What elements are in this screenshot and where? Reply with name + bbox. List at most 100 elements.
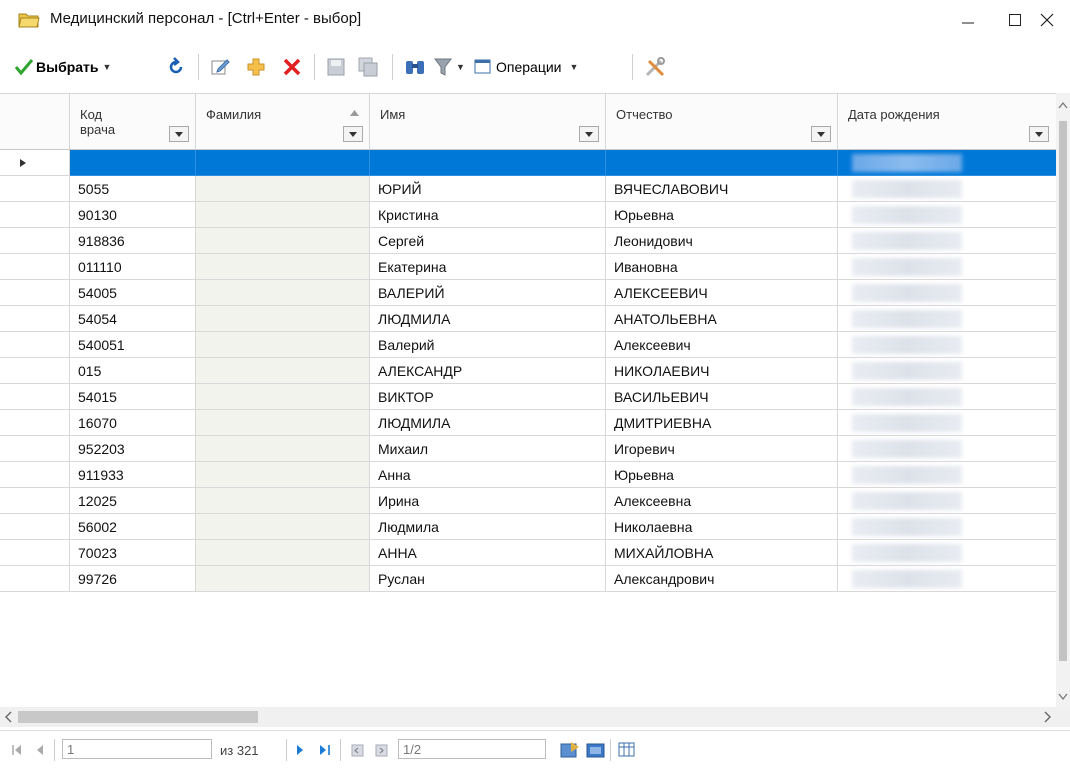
cell-patronymic[interactable]: МИХАЙЛОВНА xyxy=(606,540,838,566)
row-indicator[interactable] xyxy=(0,306,70,332)
cell-surname[interactable] xyxy=(196,176,370,202)
close-button[interactable] xyxy=(1024,4,1070,36)
row-indicator[interactable] xyxy=(0,540,70,566)
cell-patronymic[interactable]: Юрьевна xyxy=(606,462,838,488)
column-header-surname[interactable]: Фамилия xyxy=(196,94,370,150)
cell-code[interactable]: 99726 xyxy=(70,566,196,592)
table-row[interactable]: 90130 Кристина Юрьевна xyxy=(0,202,1056,228)
cell-name[interactable]: Михаил xyxy=(370,436,606,462)
cell-patronymic[interactable] xyxy=(606,150,838,176)
table-row[interactable]: 5055 ЮРИЙ ВЯЧЕСЛАВОВИЧ xyxy=(0,176,1056,202)
cell-birthdate[interactable] xyxy=(838,306,1056,332)
last-record-button[interactable] xyxy=(318,739,332,761)
cell-birthdate[interactable] xyxy=(838,436,1056,462)
refresh-button[interactable] xyxy=(166,55,186,79)
edit-button[interactable] xyxy=(210,55,230,79)
cell-name[interactable]: ЮРИЙ xyxy=(370,176,606,202)
cell-birthdate[interactable] xyxy=(838,488,1056,514)
cell-patronymic[interactable]: НИКОЛАЕВИЧ xyxy=(606,358,838,384)
cell-name[interactable]: Руслан xyxy=(370,566,606,592)
row-indicator[interactable] xyxy=(0,280,70,306)
cell-code[interactable]: 011110 xyxy=(70,254,196,280)
table-row[interactable]: 011110 Екатерина Ивановна xyxy=(0,254,1056,280)
table-row[interactable]: 911933 Анна Юрьевна xyxy=(0,462,1056,488)
cell-surname[interactable] xyxy=(196,566,370,592)
cell-surname[interactable] xyxy=(196,384,370,410)
cell-code[interactable]: 12025 xyxy=(70,488,196,514)
cell-surname[interactable] xyxy=(196,514,370,540)
cell-patronymic[interactable]: Леонидович xyxy=(606,228,838,254)
cell-patronymic[interactable]: Игоревич xyxy=(606,436,838,462)
cell-birthdate[interactable] xyxy=(838,280,1056,306)
cell-patronymic[interactable]: Ивановна xyxy=(606,254,838,280)
cell-birthdate[interactable] xyxy=(838,150,1056,176)
table-row[interactable]: 918836 Сергей Леонидович xyxy=(0,228,1056,254)
cell-birthdate[interactable] xyxy=(838,566,1056,592)
row-indicator[interactable] xyxy=(0,514,70,540)
table-row[interactable] xyxy=(0,150,1056,176)
table-row[interactable]: 16070 ЛЮДМИЛА ДМИТРИЕВНА xyxy=(0,410,1056,436)
cell-code[interactable]: 911933 xyxy=(70,462,196,488)
cell-surname[interactable] xyxy=(196,410,370,436)
cell-code[interactable]: 90130 xyxy=(70,202,196,228)
cell-name[interactable]: АЛЕКСАНДР xyxy=(370,358,606,384)
row-indicator[interactable] xyxy=(0,384,70,410)
row-indicator[interactable] xyxy=(0,358,70,384)
table-row[interactable]: 54015 ВИКТОР ВАСИЛЬЕВИЧ xyxy=(0,384,1056,410)
cell-surname[interactable] xyxy=(196,488,370,514)
cell-code[interactable]: 918836 xyxy=(70,228,196,254)
table-row[interactable]: 99726 Руслан Александрович xyxy=(0,566,1056,592)
cell-patronymic[interactable]: АЛЕКСЕЕВИЧ xyxy=(606,280,838,306)
save-all-button[interactable] xyxy=(358,55,378,79)
cell-surname[interactable] xyxy=(196,228,370,254)
row-indicator[interactable] xyxy=(0,202,70,228)
row-indicator[interactable] xyxy=(0,150,70,176)
cell-name[interactable]: Валерий xyxy=(370,332,606,358)
cell-code[interactable] xyxy=(70,150,196,176)
cell-birthdate[interactable] xyxy=(838,358,1056,384)
table-row[interactable]: 56002 Людмила Николаевна xyxy=(0,514,1056,540)
cell-code[interactable]: 5055 xyxy=(70,176,196,202)
column-header-code[interactable]: Код врача xyxy=(70,94,196,150)
cell-surname[interactable] xyxy=(196,254,370,280)
cell-birthdate[interactable] xyxy=(838,462,1056,488)
cell-code[interactable]: 56002 xyxy=(70,514,196,540)
next-record-button[interactable] xyxy=(294,739,306,761)
cell-patronymic[interactable]: Алексеевич xyxy=(606,332,838,358)
cell-surname[interactable] xyxy=(196,358,370,384)
cell-name[interactable]: Анна xyxy=(370,462,606,488)
cell-name[interactable]: Людмила xyxy=(370,514,606,540)
row-indicator[interactable] xyxy=(0,566,70,592)
cell-name[interactable]: Сергей xyxy=(370,228,606,254)
import-button[interactable] xyxy=(586,739,606,761)
operations-menu[interactable]: Операции ▼ xyxy=(474,55,578,79)
cell-name[interactable]: ВИКТОР xyxy=(370,384,606,410)
cell-birthdate[interactable] xyxy=(838,410,1056,436)
vertical-scrollbar[interactable] xyxy=(1056,93,1070,707)
cell-code[interactable]: 952203 xyxy=(70,436,196,462)
cell-name[interactable]: Ирина xyxy=(370,488,606,514)
table-row[interactable]: 70023 АННА МИХАЙЛОВНА xyxy=(0,540,1056,566)
cell-birthdate[interactable] xyxy=(838,332,1056,358)
cell-surname[interactable] xyxy=(196,332,370,358)
cell-birthdate[interactable] xyxy=(838,254,1056,280)
vertical-scrollbar-thumb[interactable] xyxy=(1059,121,1067,661)
horizontal-scrollbar[interactable] xyxy=(0,707,1070,727)
cell-code[interactable]: 54054 xyxy=(70,306,196,332)
cell-birthdate[interactable] xyxy=(838,514,1056,540)
cell-code[interactable]: 540051 xyxy=(70,332,196,358)
previous-record-button[interactable] xyxy=(34,739,46,761)
cell-patronymic[interactable]: ВЯЧЕСЛАВОВИЧ xyxy=(606,176,838,202)
column-filter-button[interactable] xyxy=(1029,126,1049,142)
row-indicator[interactable] xyxy=(0,410,70,436)
cell-patronymic[interactable]: АНАТОЛЬЕВНА xyxy=(606,306,838,332)
row-indicator[interactable] xyxy=(0,488,70,514)
row-indicator[interactable] xyxy=(0,332,70,358)
cell-surname[interactable] xyxy=(196,540,370,566)
next-page-button[interactable] xyxy=(374,739,390,761)
cell-code[interactable]: 015 xyxy=(70,358,196,384)
column-filter-button[interactable] xyxy=(579,126,599,142)
column-filter-button[interactable] xyxy=(343,126,363,142)
cell-code[interactable]: 16070 xyxy=(70,410,196,436)
table-row[interactable]: 12025 Ирина Алексеевна xyxy=(0,488,1056,514)
